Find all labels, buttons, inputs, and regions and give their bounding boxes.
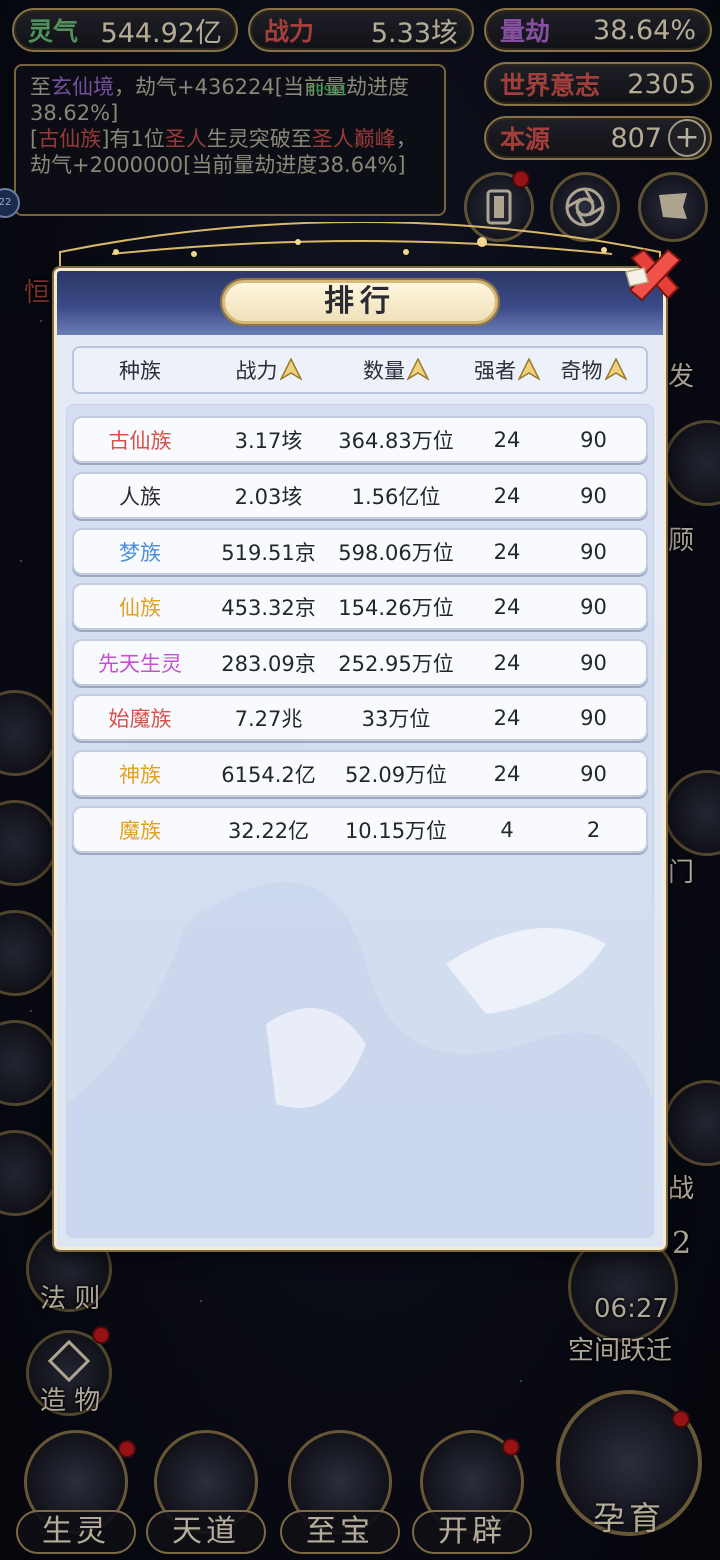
row-strong: 4	[500, 817, 514, 842]
header-items[interactable]: 奇物	[553, 355, 634, 385]
header-strong[interactable]: 强者	[461, 355, 553, 385]
row-race: 魔族	[119, 818, 161, 843]
row-count: 252.95万位	[338, 651, 454, 676]
close-icon	[625, 248, 682, 302]
row-items: 90	[580, 594, 607, 619]
row-power: 7.27兆	[234, 706, 303, 731]
row-count: 33万位	[361, 706, 431, 731]
row-race: 先天生灵	[98, 651, 182, 676]
ranking-row[interactable]: 仙族 453.32京 154.26万位 24 90	[72, 583, 648, 630]
header-power[interactable]: 战力	[206, 355, 331, 385]
sort-arrow-icon	[518, 358, 540, 381]
ranking-row[interactable]: 人族 2.03垓 1.56亿位 24 90	[72, 472, 648, 519]
row-count: 598.06万位	[338, 540, 454, 565]
row-power: 283.09京	[221, 651, 316, 676]
header-race: 种族	[74, 355, 206, 385]
header-items-label: 奇物	[560, 359, 603, 383]
header-race-label: 种族	[119, 359, 161, 383]
row-items: 90	[580, 761, 607, 786]
row-race: 始魔族	[108, 706, 172, 731]
close-button[interactable]	[624, 244, 686, 306]
header-count-label: 数量	[363, 359, 405, 383]
header-count[interactable]: 数量	[331, 355, 461, 385]
row-strong: 24	[493, 705, 521, 730]
row-race: 神族	[119, 762, 161, 787]
row-items: 90	[580, 705, 607, 730]
row-race: 仙族	[119, 595, 161, 620]
header-power-label: 战力	[235, 359, 278, 383]
row-power: 3.17垓	[234, 428, 303, 453]
sort-arrow-icon	[407, 358, 429, 381]
row-items: 90	[580, 483, 607, 508]
row-items: 90	[580, 539, 607, 564]
row-power: 32.22亿	[227, 818, 310, 843]
ranking-row[interactable]: 梦族 519.51京 598.06万位 24 90	[72, 528, 648, 575]
row-strong: 24	[493, 594, 521, 619]
ranking-row[interactable]: 神族 6154.2亿 52.09万位 24 90	[72, 750, 648, 797]
modal-title: 排行	[222, 280, 498, 324]
row-count: 52.09万位	[344, 762, 448, 787]
row-items: 2	[586, 817, 601, 842]
row-power: 6154.2亿	[221, 762, 316, 787]
row-race: 古仙族	[108, 428, 172, 453]
row-count: 10.15万位	[344, 818, 448, 843]
row-strong: 24	[493, 650, 521, 675]
ranking-row[interactable]: 魔族 32.22亿 10.15万位 4 2	[72, 806, 648, 853]
sort-arrow-icon	[279, 358, 302, 381]
ranking-row[interactable]: 古仙族 3.17垓 364.83万位 24 90	[72, 416, 648, 463]
row-race: 人族	[119, 484, 161, 509]
row-strong: 24	[493, 427, 521, 452]
row-strong: 24	[493, 761, 521, 786]
row-power: 453.32京	[221, 595, 316, 620]
row-count: 154.26万位	[338, 595, 454, 620]
ranking-table-header: 种族 战力 数量 强者 奇物	[72, 346, 648, 394]
row-items: 90	[580, 650, 607, 675]
row-count: 1.56亿位	[351, 484, 441, 509]
row-power: 519.51京	[221, 540, 316, 565]
row-race: 梦族	[119, 540, 161, 565]
row-power: 2.03垓	[234, 484, 303, 509]
row-strong: 24	[493, 539, 521, 564]
ranking-row[interactable]: 先天生灵 283.09京 252.95万位 24 90	[72, 639, 648, 686]
sort-arrow-icon	[604, 358, 627, 381]
header-strong-label: 强者	[474, 359, 516, 383]
ranking-row[interactable]: 始魔族 7.27兆 33万位 24 90	[72, 694, 648, 741]
row-strong: 24	[493, 483, 521, 508]
row-items: 90	[580, 427, 607, 452]
row-count: 364.83万位	[338, 428, 454, 453]
